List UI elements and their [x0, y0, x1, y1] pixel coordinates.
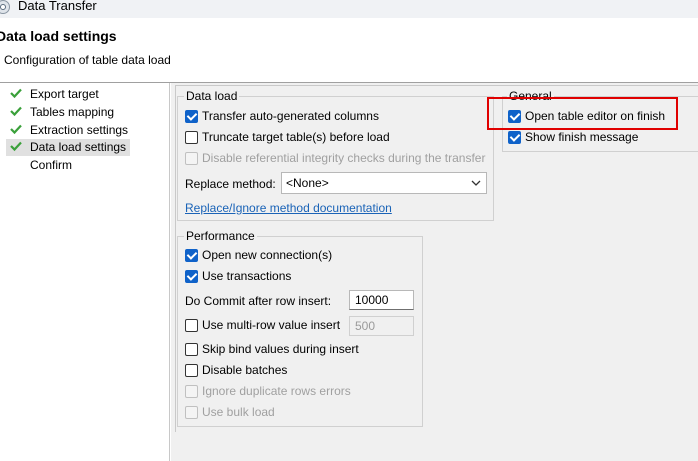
checkbox-box	[185, 406, 198, 419]
do-commit-value: 10000	[355, 293, 389, 307]
sidebar-item-export-target[interactable]: Export target	[6, 86, 130, 103]
wizard-steps-sidebar: Export target Tables mapping Extraction …	[0, 83, 169, 461]
checkbox-box[interactable]	[185, 110, 198, 123]
sidebar-item-label: Confirm	[30, 158, 73, 172]
replace-method-select[interactable]: <None>	[281, 172, 487, 194]
check-icon	[10, 88, 22, 99]
sidebar-item-confirm[interactable]: Confirm	[6, 157, 130, 174]
highlight-box	[487, 97, 678, 130]
checkbox-label: Open new connection(s)	[202, 248, 333, 262]
checkbox-box[interactable]	[185, 343, 198, 356]
checkbox-label: Use transactions	[202, 269, 292, 283]
sidebar-item-tables-mapping[interactable]: Tables mapping	[6, 104, 130, 121]
sidebar-item-label: Data load settings	[30, 140, 127, 154]
sidebar-item-label: Extraction settings	[30, 123, 129, 137]
chevron-down-icon	[471, 180, 481, 186]
checkbox-label: Use bulk load	[202, 405, 275, 419]
do-commit-input[interactable]: 10000	[349, 290, 414, 310]
sidebar-item-extraction-settings[interactable]: Extraction settings	[6, 122, 130, 139]
checkbox-label: Truncate target table(s) before load	[202, 130, 390, 144]
performance-group-title: Performance	[184, 229, 257, 243]
check-icon	[10, 106, 22, 117]
checkbox-box[interactable]	[185, 270, 198, 283]
do-commit-label: Do Commit after row insert:	[185, 294, 332, 308]
check-icon	[10, 141, 22, 152]
title-bar: Data Transfer	[0, 0, 698, 18]
data-load-group-title: Data load	[184, 89, 240, 103]
checkbox-label: Use multi-row value insert	[202, 318, 341, 332]
replace-method-label: Replace method:	[185, 177, 276, 191]
replace-method-doc-link[interactable]: Replace/Ignore method documentation	[185, 201, 392, 215]
checkbox-label: Ignore duplicate rows errors	[202, 384, 351, 398]
check-icon	[10, 124, 22, 135]
sidebar-item-label: Export target	[30, 87, 99, 101]
checkbox-box[interactable]	[508, 131, 521, 144]
page-title: Data load settings	[0, 28, 117, 44]
checkbox-box	[185, 152, 198, 165]
checkbox-label: Disable referential integrity checks dur…	[202, 151, 486, 165]
multi-row-insert-input: 500	[349, 316, 414, 336]
checkbox-box[interactable]	[185, 364, 198, 377]
window-title: Data Transfer	[18, 0, 97, 13]
sidebar-divider	[169, 83, 170, 461]
sidebar-item-label: Tables mapping	[30, 105, 115, 119]
app-icon	[0, 0, 10, 14]
settings-panel: Data load Transfer auto-generated column…	[171, 83, 698, 461]
checkbox-box[interactable]	[185, 319, 198, 332]
multi-row-insert-value: 500	[355, 319, 376, 333]
checkbox-box	[185, 385, 198, 398]
page-subtitle: Configuration of table data load	[4, 53, 171, 67]
replace-method-value: <None>	[286, 176, 329, 190]
checkbox-label: Transfer auto-generated columns	[202, 109, 379, 123]
checkbox-label: Skip bind values during insert	[202, 342, 359, 356]
checkbox-box[interactable]	[185, 249, 198, 262]
checkbox-label: Show finish message	[525, 130, 639, 144]
checkbox-label: Disable batches	[202, 363, 288, 377]
sidebar-item-data-load-settings[interactable]: Data load settings	[6, 139, 130, 156]
checkbox-box[interactable]	[185, 131, 198, 144]
